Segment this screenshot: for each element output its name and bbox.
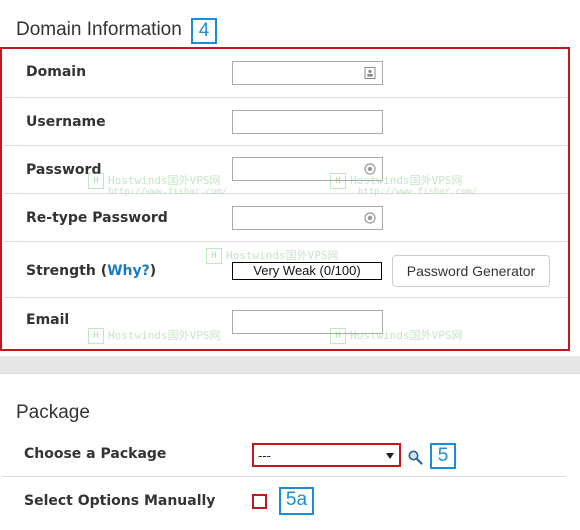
select-options-label: Select Options Manually <box>24 493 216 509</box>
password-strength-meter: Very Weak (0/100) <box>232 262 382 280</box>
strength-label-text: Strength ( <box>26 263 108 279</box>
dropdown-arrow-icon <box>386 453 394 459</box>
password-manager-icon <box>364 212 376 224</box>
section-divider <box>0 356 580 373</box>
email-input[interactable] <box>232 310 383 334</box>
password-generator-button[interactable]: Password Generator <box>392 255 550 287</box>
package-select[interactable]: --- <box>252 443 401 467</box>
password-label: Password <box>26 162 102 178</box>
strength-row: Strength (Why?) Very Weak (0/100) Passwo… <box>4 241 568 298</box>
password-manager-icon <box>364 163 376 175</box>
email-label: Email <box>26 312 70 328</box>
retype-password-label: Re-type Password <box>26 210 168 226</box>
password-input[interactable] <box>232 157 383 181</box>
package-title: Package <box>16 402 90 423</box>
retype-password-input[interactable] <box>232 206 383 230</box>
contact-card-icon <box>364 67 376 79</box>
step-5a-badge: 5a <box>279 487 314 515</box>
domain-label: Domain <box>26 64 87 80</box>
choose-package-label: Choose a Package <box>24 446 167 462</box>
password-row: Password <box>4 145 568 194</box>
package-select-value: --- <box>258 448 271 463</box>
domain-fields-highlight: Domain Username Password Re-type Passwor… <box>0 47 570 351</box>
username-label: Username <box>26 114 106 130</box>
domain-information-title: Domain Information <box>16 19 182 40</box>
domain-row: Domain <box>4 49 568 98</box>
step-4-badge: 4 <box>191 18 217 44</box>
strength-label-close: ) <box>149 263 157 279</box>
step-5-badge: 5 <box>430 443 456 469</box>
retype-password-row: Re-type Password <box>4 193 568 242</box>
why-link[interactable]: Why? <box>107 263 150 279</box>
strength-label: Strength (Why?) <box>26 263 156 279</box>
domain-information-panel: Domain Information 4 Domain Username Pas… <box>0 0 580 355</box>
domain-input[interactable] <box>232 61 383 85</box>
email-row: Email <box>4 297 568 345</box>
search-icon[interactable] <box>407 449 423 465</box>
username-row: Username <box>4 97 568 146</box>
username-input[interactable] <box>232 110 383 134</box>
select-options-manually-checkbox[interactable] <box>252 494 267 509</box>
